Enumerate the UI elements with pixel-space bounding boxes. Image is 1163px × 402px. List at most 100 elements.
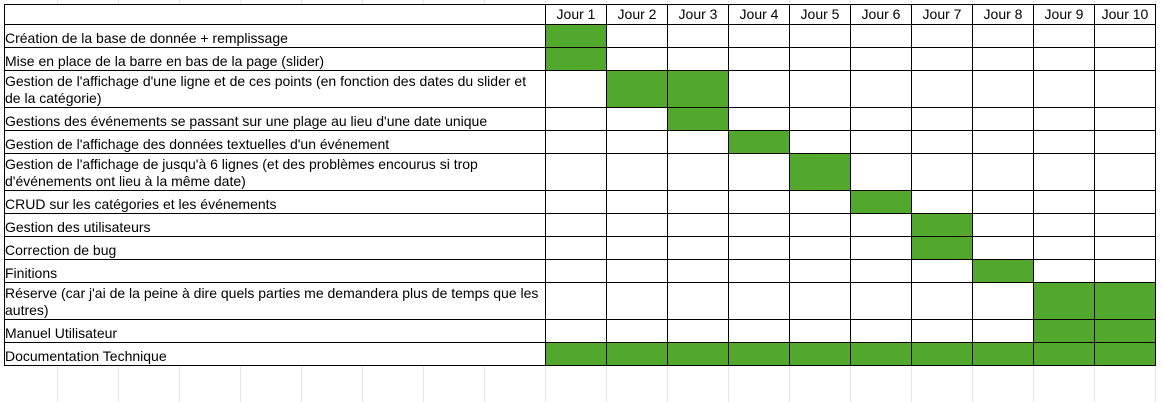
- scheduled-day-cell[interactable]: [667, 70, 729, 108]
- empty-day-cell[interactable]: [972, 190, 1034, 214]
- empty-day-cell[interactable]: [606, 213, 668, 237]
- empty-day-cell[interactable]: [1094, 47, 1156, 71]
- day-header-4[interactable]: Jour 4: [728, 4, 790, 25]
- task-label-cell[interactable]: Gestion de l'affichage des données textu…: [4, 130, 546, 154]
- scheduled-day-cell[interactable]: [667, 342, 729, 366]
- empty-day-cell[interactable]: [911, 190, 973, 214]
- empty-day-cell[interactable]: [728, 259, 790, 283]
- empty-day-cell[interactable]: [972, 282, 1034, 320]
- day-header-6[interactable]: Jour 6: [850, 4, 912, 25]
- empty-day-cell[interactable]: [667, 282, 729, 320]
- empty-day-cell[interactable]: [850, 70, 912, 108]
- empty-day-cell[interactable]: [545, 319, 607, 343]
- day-header-5[interactable]: Jour 5: [789, 4, 851, 25]
- empty-day-cell[interactable]: [1094, 153, 1156, 191]
- day-header-9[interactable]: Jour 9: [1033, 4, 1095, 25]
- empty-day-cell[interactable]: [728, 47, 790, 71]
- empty-day-cell[interactable]: [850, 282, 912, 320]
- task-label-cell[interactable]: Gestions des événements se passant sur u…: [4, 107, 546, 131]
- empty-day-cell[interactable]: [545, 130, 607, 154]
- empty-day-cell[interactable]: [667, 190, 729, 214]
- scheduled-day-cell[interactable]: [789, 342, 851, 366]
- scheduled-day-cell[interactable]: [728, 130, 790, 154]
- empty-day-cell[interactable]: [789, 319, 851, 343]
- scheduled-day-cell[interactable]: [1094, 282, 1156, 320]
- scheduled-day-cell[interactable]: [1033, 282, 1095, 320]
- empty-day-cell[interactable]: [667, 130, 729, 154]
- day-header-2[interactable]: Jour 2: [606, 4, 668, 25]
- empty-day-cell[interactable]: [1094, 24, 1156, 48]
- task-label-cell[interactable]: Réserve (car j'ai de la peine à dire que…: [4, 282, 546, 320]
- empty-day-cell[interactable]: [789, 213, 851, 237]
- empty-day-cell[interactable]: [1033, 259, 1095, 283]
- scheduled-day-cell[interactable]: [911, 342, 973, 366]
- empty-day-cell[interactable]: [972, 47, 1034, 71]
- task-label-cell[interactable]: Documentation Technique: [4, 342, 546, 366]
- empty-day-cell[interactable]: [1033, 190, 1095, 214]
- empty-day-cell[interactable]: [545, 70, 607, 108]
- empty-day-cell[interactable]: [606, 107, 668, 131]
- empty-day-cell[interactable]: [911, 319, 973, 343]
- scheduled-day-cell[interactable]: [789, 153, 851, 191]
- empty-day-cell[interactable]: [1033, 130, 1095, 154]
- empty-day-cell[interactable]: [728, 70, 790, 108]
- empty-day-cell[interactable]: [1094, 130, 1156, 154]
- task-label-cell[interactable]: Mise en place de la barre en bas de la p…: [4, 47, 546, 71]
- empty-day-cell[interactable]: [545, 107, 607, 131]
- empty-day-cell[interactable]: [606, 236, 668, 260]
- scheduled-day-cell[interactable]: [545, 47, 607, 71]
- empty-day-cell[interactable]: [545, 153, 607, 191]
- day-header-10[interactable]: Jour 10: [1094, 4, 1156, 25]
- scheduled-day-cell[interactable]: [850, 190, 912, 214]
- empty-day-cell[interactable]: [606, 24, 668, 48]
- empty-day-cell[interactable]: [728, 282, 790, 320]
- empty-day-cell[interactable]: [850, 24, 912, 48]
- empty-day-cell[interactable]: [911, 24, 973, 48]
- day-header-8[interactable]: Jour 8: [972, 4, 1034, 25]
- empty-day-cell[interactable]: [972, 130, 1034, 154]
- empty-day-cell[interactable]: [911, 47, 973, 71]
- scheduled-day-cell[interactable]: [667, 107, 729, 131]
- empty-day-cell[interactable]: [606, 259, 668, 283]
- empty-day-cell[interactable]: [850, 47, 912, 71]
- task-label-cell[interactable]: Gestion des utilisateurs: [4, 213, 546, 237]
- empty-day-cell[interactable]: [789, 259, 851, 283]
- scheduled-day-cell[interactable]: [606, 342, 668, 366]
- empty-day-cell[interactable]: [972, 107, 1034, 131]
- empty-day-cell[interactable]: [789, 190, 851, 214]
- empty-day-cell[interactable]: [911, 153, 973, 191]
- empty-day-cell[interactable]: [1033, 107, 1095, 131]
- empty-day-cell[interactable]: [972, 236, 1034, 260]
- empty-day-cell[interactable]: [1094, 70, 1156, 108]
- empty-day-cell[interactable]: [972, 70, 1034, 108]
- empty-day-cell[interactable]: [789, 70, 851, 108]
- empty-day-cell[interactable]: [850, 319, 912, 343]
- empty-day-cell[interactable]: [606, 190, 668, 214]
- empty-day-cell[interactable]: [1033, 213, 1095, 237]
- scheduled-day-cell[interactable]: [1033, 319, 1095, 343]
- scheduled-day-cell[interactable]: [850, 342, 912, 366]
- empty-day-cell[interactable]: [667, 319, 729, 343]
- empty-day-cell[interactable]: [850, 130, 912, 154]
- empty-day-cell[interactable]: [667, 259, 729, 283]
- day-header-1[interactable]: Jour 1: [545, 4, 607, 25]
- empty-day-cell[interactable]: [911, 70, 973, 108]
- task-label-cell[interactable]: Finitions: [4, 259, 546, 283]
- empty-day-cell[interactable]: [850, 236, 912, 260]
- empty-day-cell[interactable]: [545, 282, 607, 320]
- empty-day-cell[interactable]: [728, 190, 790, 214]
- scheduled-day-cell[interactable]: [1094, 319, 1156, 343]
- empty-day-cell[interactable]: [1033, 47, 1095, 71]
- empty-day-cell[interactable]: [545, 259, 607, 283]
- day-header-7[interactable]: Jour 7: [911, 4, 973, 25]
- empty-day-cell[interactable]: [545, 190, 607, 214]
- empty-day-cell[interactable]: [850, 213, 912, 237]
- empty-day-cell[interactable]: [972, 319, 1034, 343]
- empty-day-cell[interactable]: [1094, 213, 1156, 237]
- empty-day-cell[interactable]: [1033, 24, 1095, 48]
- scheduled-day-cell[interactable]: [911, 236, 973, 260]
- empty-day-cell[interactable]: [606, 153, 668, 191]
- empty-day-cell[interactable]: [606, 282, 668, 320]
- scheduled-day-cell[interactable]: [1094, 342, 1156, 366]
- header-corner-cell[interactable]: [4, 4, 546, 25]
